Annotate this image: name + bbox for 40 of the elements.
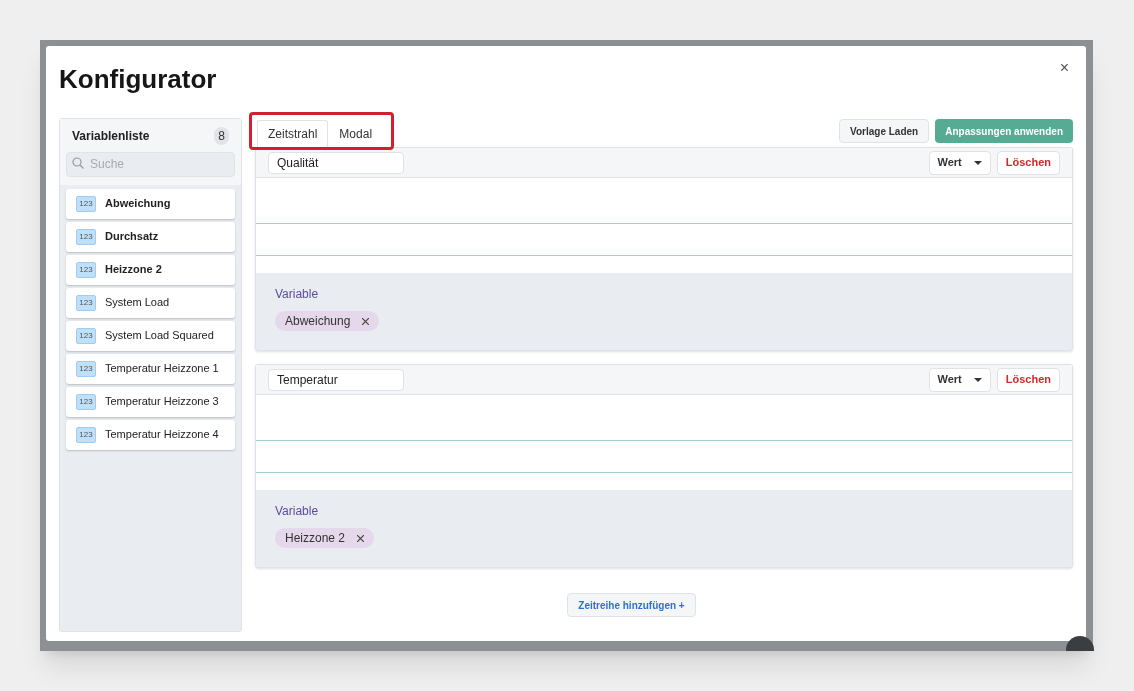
variable-item[interactable]: 123 Heizzone 2 xyxy=(66,254,235,285)
variable-chip[interactable]: Heizzone 2 xyxy=(275,528,375,548)
variable-item[interactable]: 123 Temperatur Heizzone 1 xyxy=(66,353,235,384)
dialog-title: Konfigurator xyxy=(59,63,217,96)
delete-button[interactable]: Löschen xyxy=(996,150,1060,175)
remove-icon[interactable] xyxy=(362,317,370,325)
series-name-field[interactable]: Qualität xyxy=(268,151,404,174)
caret-icon xyxy=(973,160,982,165)
number-type-icon: 123 xyxy=(76,393,96,410)
remove-icon[interactable] xyxy=(357,534,365,542)
delete-button[interactable]: Löschen xyxy=(996,367,1060,392)
variable-label: Variable xyxy=(275,286,320,303)
mode-dropdown[interactable]: Wert xyxy=(928,150,991,175)
series-name-field[interactable]: Temperatur xyxy=(268,368,404,391)
number-type-icon: 123 xyxy=(76,294,96,311)
close-button[interactable]: × xyxy=(1059,60,1069,76)
caret-icon xyxy=(973,377,982,382)
number-type-icon: 123 xyxy=(76,261,96,278)
sidebar-title: Variablenliste xyxy=(72,128,150,145)
variable-item[interactable]: 123 System Load Squared xyxy=(66,320,235,351)
number-type-icon: 123 xyxy=(76,360,96,377)
variable-label: Variable xyxy=(275,503,320,520)
search-field[interactable]: Suche xyxy=(66,151,235,177)
variable-item[interactable]: 123 Temperatur Heizzone 4 xyxy=(66,419,235,450)
variable-chip[interactable]: Abweichung xyxy=(275,311,380,331)
number-type-icon: 123 xyxy=(76,195,96,212)
variable-item[interactable]: 123 Durchsatz xyxy=(66,221,235,252)
tab[interactable]: Modal xyxy=(328,120,384,147)
variable-item[interactable]: 123 Temperatur Heizzone 3 xyxy=(66,386,235,417)
number-type-icon: 123 xyxy=(76,327,96,344)
add-series-button[interactable]: Zeitreihe hinzufügen + xyxy=(567,593,696,617)
variable-item[interactable]: 123 Abweichung xyxy=(66,188,235,219)
count-badge: 8 xyxy=(214,127,229,145)
number-type-icon: 123 xyxy=(76,426,96,443)
number-type-icon: 123 xyxy=(76,228,96,245)
search-icon xyxy=(72,157,84,169)
tab[interactable]: Zeitstrahl xyxy=(257,120,329,147)
variable-item[interactable]: 123 System Load xyxy=(66,287,235,318)
load-template-button[interactable]: Vorlage Laden xyxy=(839,119,930,143)
mode-dropdown[interactable]: Wert xyxy=(928,367,991,392)
